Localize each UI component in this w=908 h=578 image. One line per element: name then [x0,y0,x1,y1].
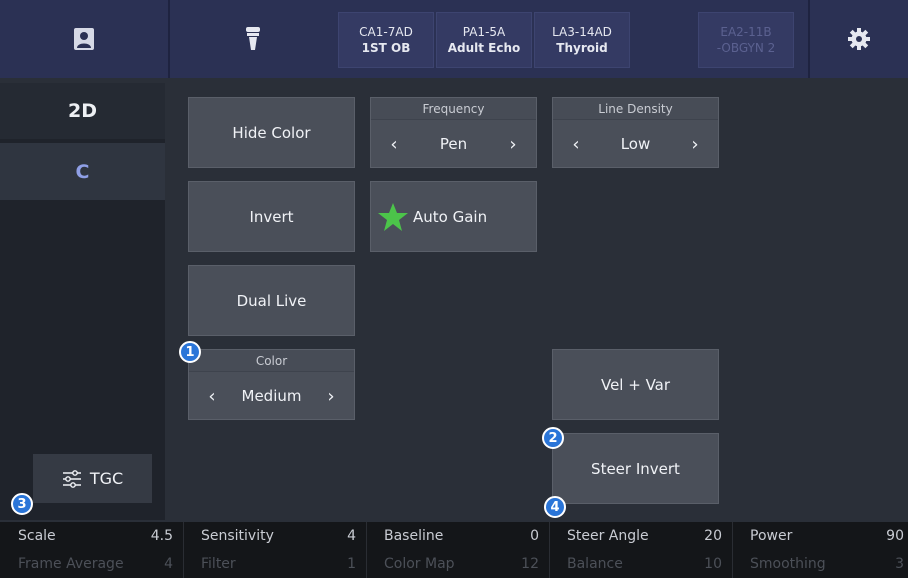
probe-preset: Adult Echo [447,41,521,55]
chevron-right-icon[interactable]: › [688,134,702,155]
param-value: 90 [886,528,904,544]
probe-model: PA1-5A [462,25,506,39]
probe-model: EA2-11B [720,25,772,39]
auto-gain-button[interactable]: Auto Gain [370,181,537,252]
gear-icon [848,28,870,50]
chevron-left-icon[interactable]: ‹ [387,134,401,155]
param-label: Power [750,528,793,544]
frequency-stepper[interactable]: Frequency ‹ Pen › [370,97,537,168]
param-scale[interactable]: Scale 4.5 [0,522,183,550]
chevron-left-icon[interactable]: ‹ [205,386,219,407]
chevron-left-icon[interactable]: ‹ [569,134,583,155]
chevron-right-icon[interactable]: › [324,386,338,407]
tgc-button[interactable]: TGC [33,454,152,503]
param-steer-angle[interactable]: Steer Angle 20 [549,522,732,550]
param-label: Filter [201,556,236,572]
frequency-title: Frequency [371,98,536,120]
callout-badge: 4 [544,496,566,518]
param-label: Frame Average [18,556,124,572]
mode-tab-2d[interactable]: 2D [0,83,165,139]
probe-preset-ca1-7ad[interactable]: CA1-7AD 1ST OB [338,12,434,68]
param-label: Steer Angle [567,528,649,544]
probe-preset-la3-14ad[interactable]: LA3-14AD Thyroid [534,12,630,68]
color-stepper[interactable]: Color ‹ Medium › [188,349,355,420]
auto-gain-label: Auto Gain [413,207,488,226]
param-balance[interactable]: Balance 10 [549,550,732,578]
probe-model: CA1-7AD [359,25,413,39]
hide-color-button[interactable]: Hide Color [188,97,355,168]
probe-preset: 1ST OB [361,41,411,55]
patient-icon [74,28,94,50]
param-label: Color Map [384,556,455,572]
param-label: Smoothing [750,556,826,572]
param-value: 0 [530,528,539,544]
patient-button[interactable] [0,0,168,78]
param-filter[interactable]: Filter 1 [183,550,366,578]
param-value: 10 [704,556,722,572]
probe-icon [246,27,260,50]
param-sensitivity[interactable]: Sensitivity 4 [183,522,366,550]
dual-live-button[interactable]: Dual Live [188,265,355,336]
probe-preset-ea2-11b[interactable]: EA2-11B -OBGYN 2 [698,12,794,68]
probe-button[interactable] [170,0,336,78]
param-label: Balance [567,556,623,572]
callout-badge: 2 [542,427,564,449]
color-value: Medium [241,387,302,405]
param-value: 20 [704,528,722,544]
line-density-title: Line Density [553,98,718,120]
line-density-value: Low [620,135,651,153]
chevron-right-icon[interactable]: › [506,134,520,155]
frequency-value: Pen [439,135,468,153]
param-value: 4 [347,528,356,544]
top-bar: CA1-7AD 1ST OB PA1-5A Adult Echo LA3-14A… [0,0,908,78]
param-label: Sensitivity [201,528,274,544]
param-label: Baseline [384,528,444,544]
line-density-stepper[interactable]: Line Density ‹ Low › [552,97,719,168]
probe-preset-pa1-5a[interactable]: PA1-5A Adult Echo [436,12,532,68]
callout-badge: 1 [179,341,201,363]
sliders-icon [62,469,81,488]
param-label: Scale [18,528,56,544]
param-smoothing[interactable]: Smoothing 3 [732,550,908,578]
param-color-map[interactable]: Color Map 12 [366,550,549,578]
param-value: 4.5 [150,528,173,544]
param-value: 3 [895,556,904,572]
tgc-label: TGC [89,469,124,488]
probe-model: LA3-14AD [552,25,612,39]
param-value: 1 [347,556,356,572]
param-power[interactable]: Power 90 [732,522,908,550]
param-value: 4 [164,556,173,572]
star-icon [378,202,408,231]
probe-preset: Thyroid [556,41,608,55]
param-value: 12 [521,556,539,572]
param-frame-average[interactable]: Frame Average 4 [0,550,183,578]
probe-preset: -OBGYN 2 [716,41,776,55]
invert-button[interactable]: Invert [188,181,355,252]
vel-var-button[interactable]: Vel + Var [552,349,719,420]
steer-invert-button[interactable]: Steer Invert [552,433,719,504]
param-baseline[interactable]: Baseline 0 [366,522,549,550]
color-title: Color [189,350,354,372]
settings-button[interactable] [810,0,908,78]
callout-badge: 3 [11,493,33,515]
mode-tab-c[interactable]: C [0,143,165,200]
